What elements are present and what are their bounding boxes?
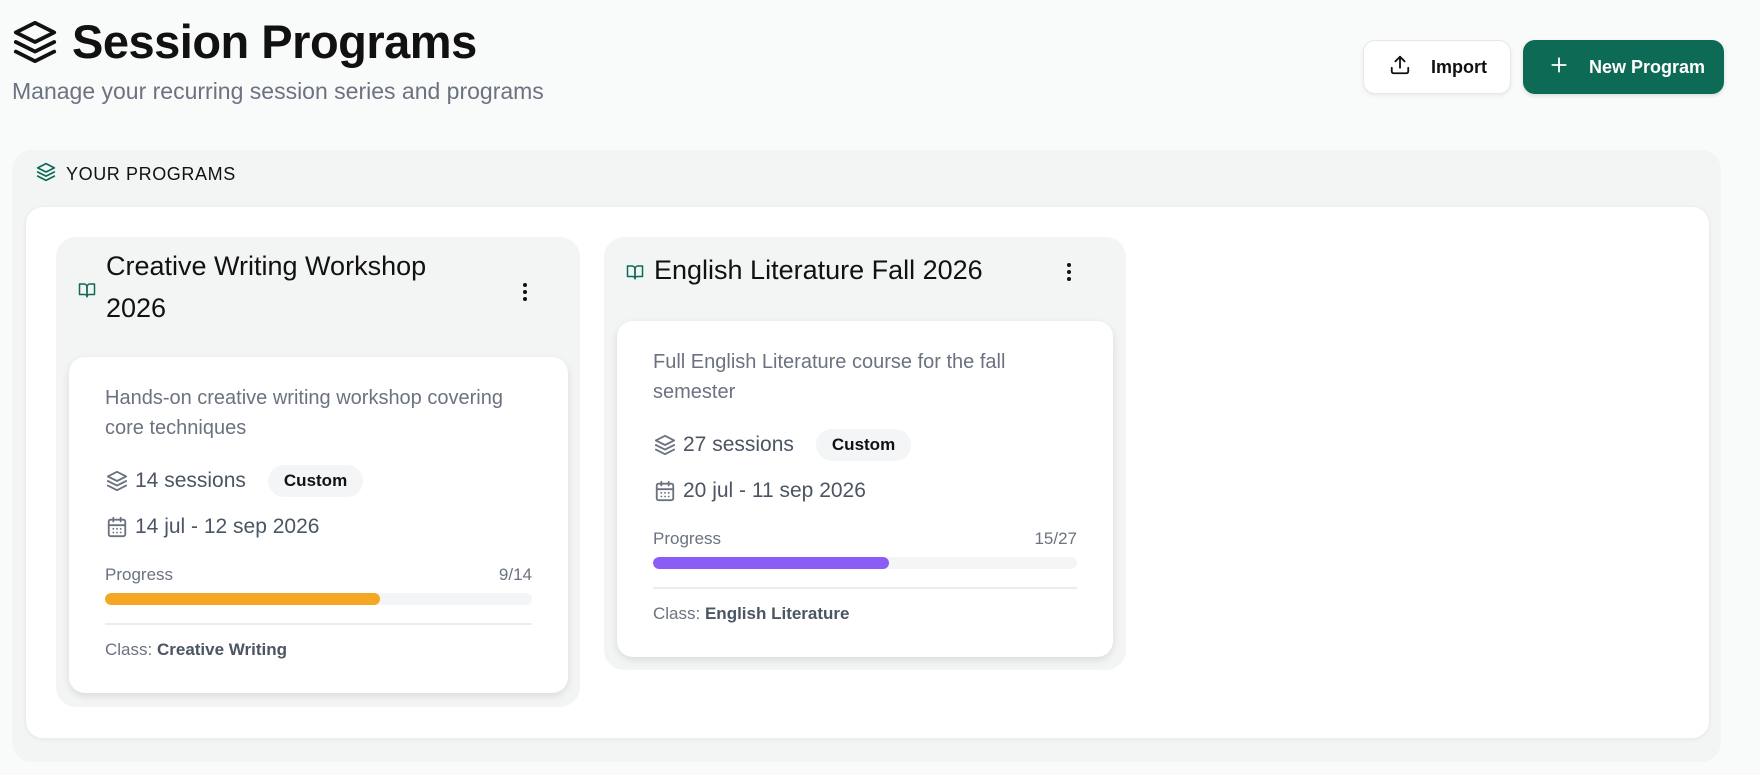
upload-icon — [1389, 54, 1411, 81]
program-card[interactable]: Creative Writing Workshop 2026 Hands-on … — [56, 237, 580, 707]
program-type-badge: Custom — [267, 465, 364, 497]
new-program-label: New Program — [1589, 56, 1706, 77]
class-info: Class: Creative Writing — [105, 640, 287, 660]
progress-count: 9/14 — [498, 565, 532, 584]
import-button[interactable]: Import — [1363, 40, 1511, 94]
sessions-row: 27 sessions Custom — [653, 429, 912, 461]
page-subtitle: Manage your recurring session series and… — [12, 78, 544, 104]
layers-icon — [653, 433, 677, 457]
dates-row: 14 jul - 12 sep 2026 — [105, 515, 319, 539]
class-name: Creative Writing — [156, 640, 288, 659]
program-title: Creative Writing Workshop 2026 — [106, 251, 427, 323]
program-title: English Literature Fall 2026 — [654, 255, 983, 285]
layers-icon — [36, 162, 56, 187]
session-count: 14 sessions — [135, 469, 246, 492]
class-name: English Literature — [704, 604, 850, 623]
program-card[interactable]: English Literature Fall 2026 Full Englis… — [604, 237, 1126, 670]
progress-bar — [653, 557, 1077, 569]
divider — [653, 587, 1077, 589]
divider — [105, 623, 532, 625]
program-type-badge: Custom — [815, 429, 912, 461]
more-options-button[interactable] — [1054, 257, 1084, 287]
program-description: Hands-on creative writing workshop cover… — [105, 387, 503, 439]
sessions-row: 14 sessions Custom — [105, 465, 364, 497]
progress-fill — [105, 593, 380, 605]
new-program-button[interactable]: New Program — [1523, 40, 1724, 94]
more-vertical-icon — [523, 283, 527, 301]
import-label: Import — [1431, 56, 1487, 77]
book-open-icon — [626, 263, 644, 286]
header-actions: Import New Program — [1363, 40, 1724, 94]
class-prefix: Class: — [105, 640, 153, 659]
layers-icon — [12, 19, 58, 65]
program-details: Full English Literature course for the f… — [617, 321, 1113, 657]
programs-panel: YOUR PROGRAMS Creative Writing Workshop … — [12, 150, 1721, 762]
progress-label: Progress — [105, 565, 174, 584]
layers-icon — [105, 469, 129, 493]
progress-bar — [105, 593, 532, 605]
plus-icon — [1549, 55, 1569, 80]
date-range: 20 jul - 11 sep 2026 — [683, 479, 866, 502]
page-title: Session Programs — [72, 15, 477, 68]
programs-section-header: YOUR PROGRAMS — [36, 162, 236, 187]
page-header: Session Programs Manage your recurring s… — [12, 14, 544, 105]
programs-grid: Creative Writing Workshop 2026 Hands-on … — [25, 206, 1710, 739]
progress-fill — [653, 557, 889, 569]
program-description: Full English Literature course for the f… — [653, 351, 1006, 403]
class-info: Class: English Literature — [653, 604, 850, 624]
calendar-icon — [653, 479, 677, 503]
calendar-icon — [105, 515, 129, 539]
dates-row: 20 jul - 11 sep 2026 — [653, 479, 866, 503]
more-vertical-icon — [1067, 263, 1071, 281]
more-options-button[interactable] — [510, 277, 540, 307]
book-open-icon — [78, 281, 96, 304]
class-prefix: Class: — [653, 604, 701, 623]
progress-label: Progress — [653, 529, 722, 548]
program-details: Hands-on creative writing workshop cover… — [69, 357, 568, 693]
date-range: 14 jul - 12 sep 2026 — [135, 515, 320, 538]
session-count: 27 sessions — [683, 433, 794, 456]
progress-count: 15/27 — [1034, 529, 1077, 548]
programs-section-label: YOUR PROGRAMS — [66, 164, 236, 184]
